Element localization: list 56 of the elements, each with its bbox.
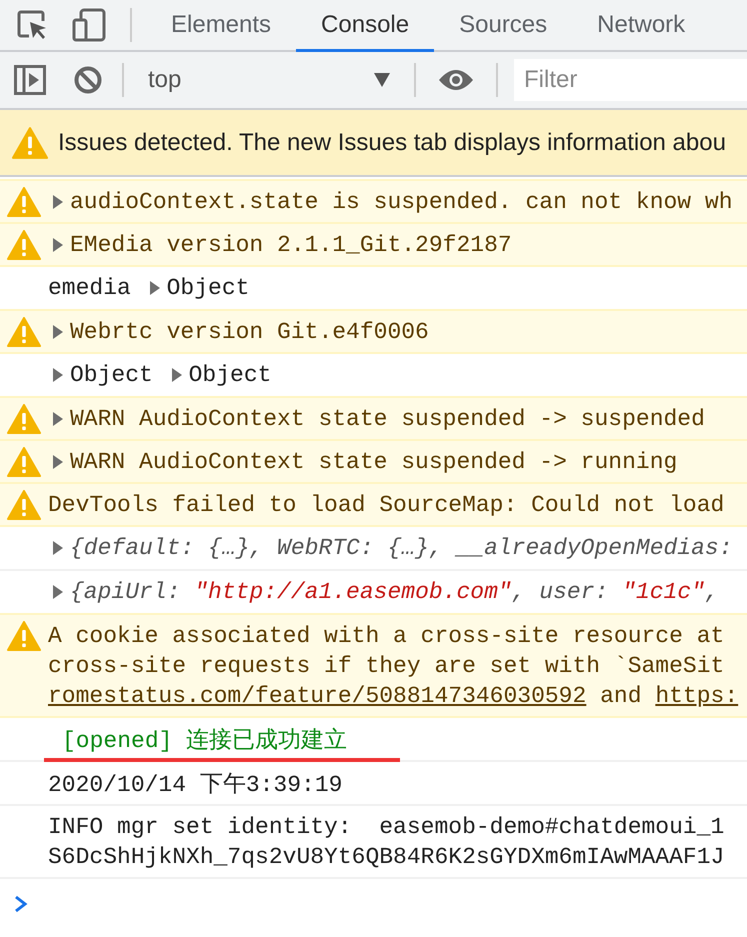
expand-triangle-icon[interactable] bbox=[52, 324, 64, 340]
message-text: WARN AudioContext state suspended -> running bbox=[70, 449, 678, 475]
status-message: [opened] 连接已成功建立 bbox=[61, 726, 348, 754]
warning-icon bbox=[12, 126, 48, 158]
object-preview: {apiUrl: bbox=[70, 579, 182, 605]
expand-triangle-icon[interactable] bbox=[52, 194, 64, 210]
context-selector[interactable]: top bbox=[130, 52, 408, 108]
message-text: A cookie associated with a cross-site resource at bbox=[48, 623, 724, 649]
message-text: Object bbox=[166, 275, 250, 301]
warning-icon bbox=[7, 447, 41, 477]
message-text: emedia bbox=[48, 275, 131, 301]
message-text: 2020/10/14 下午3:39:19 bbox=[48, 770, 342, 798]
string-value: "http://a1.easemob.com" bbox=[194, 579, 512, 605]
expand-triangle-icon[interactable] bbox=[52, 454, 64, 470]
message-text: Webrtc version Git.e4f0006 bbox=[70, 319, 429, 345]
inspect-icon[interactable] bbox=[16, 9, 48, 41]
message-text: Object bbox=[188, 362, 272, 388]
expand-triangle-icon[interactable] bbox=[52, 237, 64, 253]
expand-triangle-icon[interactable] bbox=[52, 584, 64, 600]
message-text: audioContext.state is suspended. can not know wh bbox=[70, 189, 733, 215]
message-text: INFO mgr set identity: easemob-demo#chatdemoui_1 bbox=[48, 814, 724, 840]
message-text: S6DcShHjkNXh_7qs2vU8Yt6QB84R6K2sGYDXm6mIAwMAAAF1J bbox=[48, 844, 724, 870]
message-text: and bbox=[600, 683, 642, 709]
object-preview: , bbox=[704, 579, 719, 605]
device-icon[interactable] bbox=[72, 8, 106, 42]
object-preview: {default: {…}, WebRTC: {…}, __alreadyOpenMedias: bbox=[70, 535, 733, 561]
message-text: WARN AudioContext state suspended -> suspended bbox=[70, 406, 705, 432]
issues-banner-text: Issues detected. The new Issues tab displays information abou bbox=[58, 128, 726, 156]
panel-tab[interactable]: Network bbox=[572, 0, 710, 52]
warning-icon bbox=[7, 404, 41, 434]
source-link[interactable]: romestatus.com/feature/5088147346030592 bbox=[48, 683, 586, 709]
prompt-chevron-icon bbox=[14, 895, 28, 913]
warning-icon bbox=[7, 187, 41, 217]
string-value: "1c1c" bbox=[622, 579, 705, 605]
expand-triangle-icon[interactable] bbox=[52, 411, 64, 427]
message-text: EMedia version 2.1.1_Git.29f2187 bbox=[70, 232, 512, 258]
clear-console-icon[interactable] bbox=[74, 66, 102, 94]
panel-tab[interactable]: Sources bbox=[434, 0, 572, 52]
warning-icon bbox=[7, 490, 41, 520]
dropdown-caret-icon bbox=[374, 73, 390, 87]
source-link[interactable]: https: bbox=[655, 683, 738, 709]
expand-triangle-icon[interactable] bbox=[170, 367, 183, 383]
warning-icon bbox=[7, 621, 41, 651]
eye-icon[interactable] bbox=[438, 68, 474, 92]
expand-triangle-icon[interactable] bbox=[148, 280, 161, 296]
message-text: cross-site requests if they are set with `SameSit bbox=[48, 653, 724, 679]
expand-triangle-icon[interactable] bbox=[52, 367, 64, 383]
object-preview: , user: bbox=[512, 579, 610, 605]
warning-icon bbox=[7, 230, 41, 260]
message-text: Object bbox=[70, 362, 153, 388]
warning-icon bbox=[7, 317, 41, 347]
expand-triangle-icon[interactable] bbox=[52, 540, 64, 556]
panel-tab[interactable]: Elements bbox=[146, 0, 296, 52]
filter-field[interactable]: Filter bbox=[514, 59, 747, 101]
sidebar-toggle-icon[interactable] bbox=[14, 65, 46, 95]
message-text: DevTools failed to load SourceMap: Could not load bbox=[48, 492, 724, 518]
